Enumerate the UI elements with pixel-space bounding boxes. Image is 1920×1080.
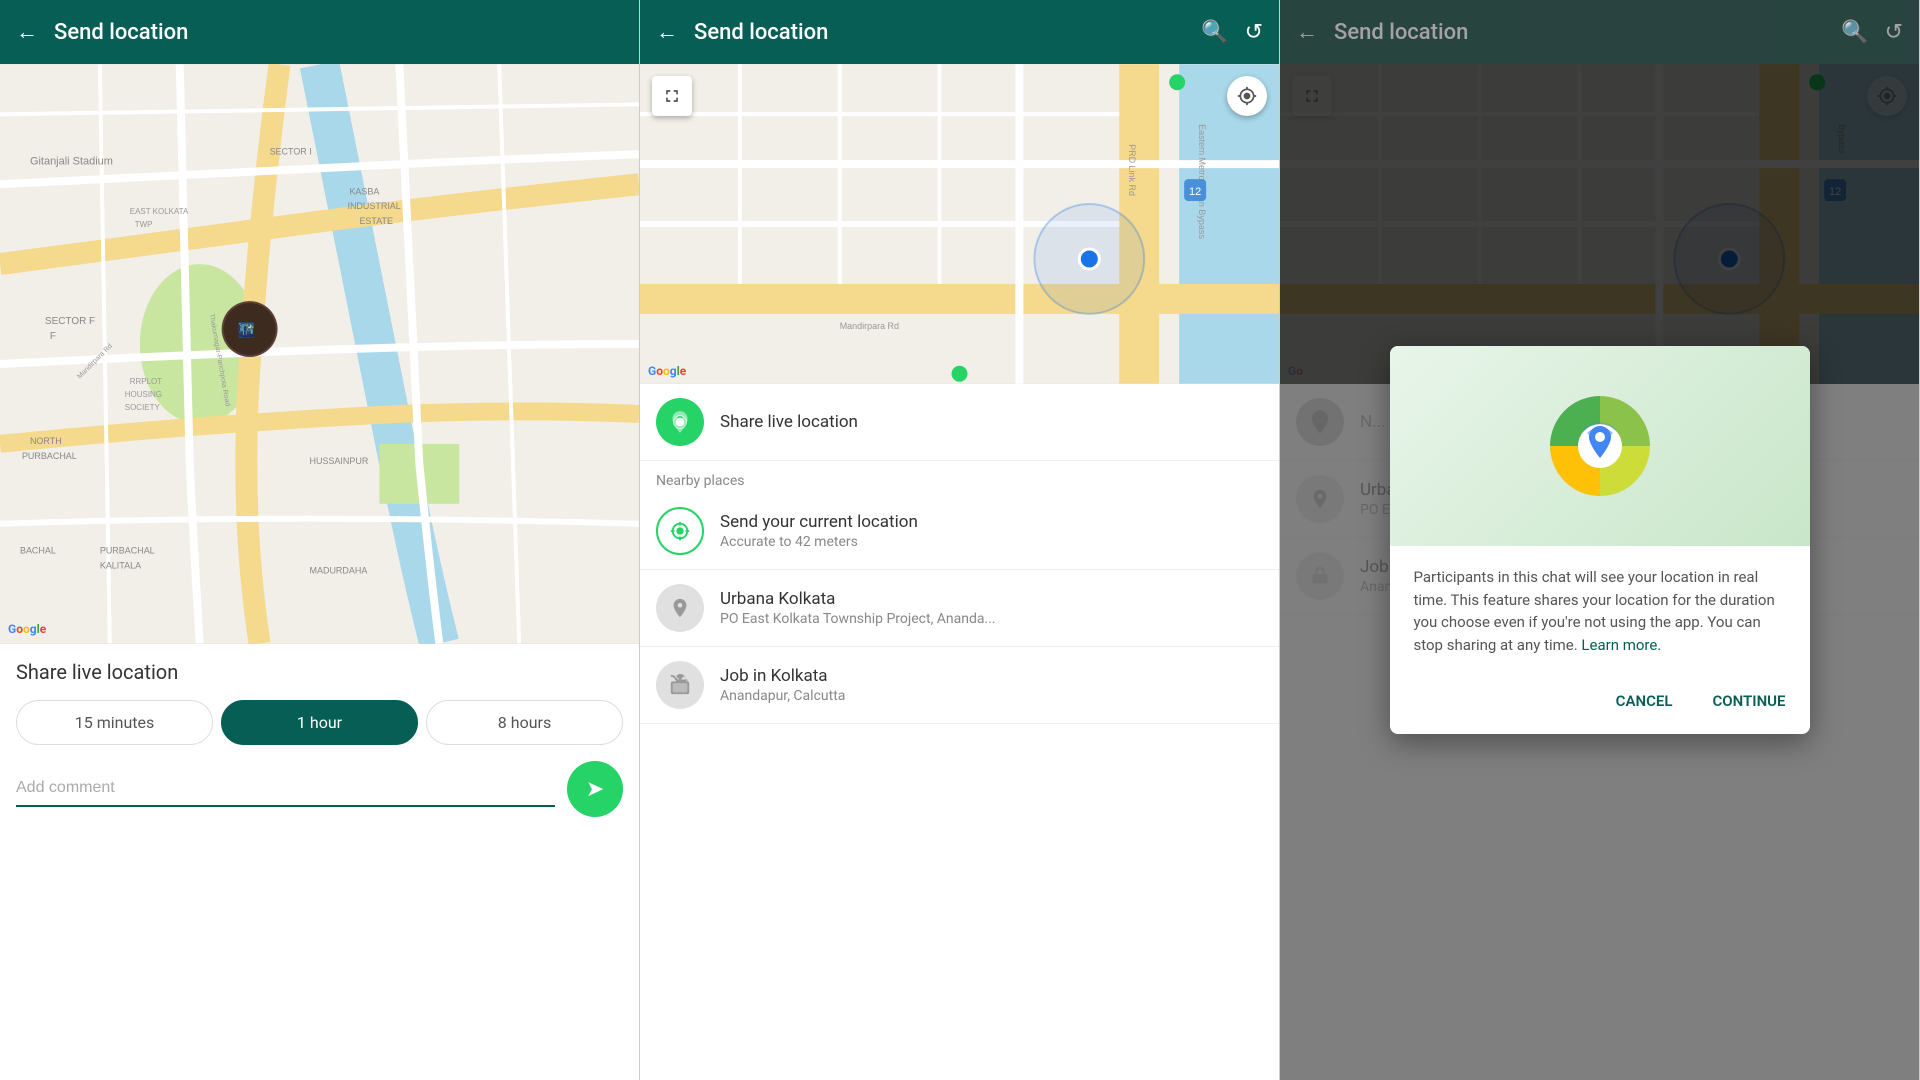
dialog-cancel-button[interactable]: CANCEL [1608,684,1681,718]
svg-text:SECTOR F: SECTOR F [45,316,95,327]
nearby-label: Nearby places [640,461,1279,493]
svg-text:EAST KOLKATA: EAST KOLKATA [130,207,189,216]
svg-text:RRPLOT: RRPLOT [130,377,162,386]
panel2-list: Share live location Nearby places Send y… [640,384,1279,724]
current-location-icon [656,507,704,555]
panel1-map[interactable]: Gitanjali Stadium SECTOR I KASBA INDUSTR… [0,64,639,644]
urbana-subtitle: PO East Kolkata Township Project, Ananda… [720,611,1263,627]
job-kolkata-subtitle: Anandapur, Calcutta [720,688,1263,704]
svg-text:SECTOR I: SECTOR I [270,146,312,156]
urbana-text: Urbana Kolkata PO East Kolkata Township … [720,589,1263,627]
share-live-item[interactable]: Share live location [640,384,1279,461]
dialog-learn-more-link[interactable]: Learn more. [1581,636,1661,654]
comment-row: ➤ [16,761,623,817]
panel2-map[interactable]: PRD Link Rd Eastern Metropolitan Bypass … [640,64,1279,384]
current-location-item[interactable]: Send your current location Accurate to 4… [640,493,1279,570]
svg-text:PURBACHAL: PURBACHAL [100,546,155,556]
share-live-text: Share live location [720,412,1263,432]
panel2-header: ← Send location 🔍 ↺ [640,0,1279,64]
svg-text:PURBACHAL: PURBACHAL [22,451,77,461]
google-logo-p2: Google [648,364,686,378]
panel2-refresh-icon[interactable]: ↺ [1245,20,1263,45]
svg-text:Mandirpara Rd: Mandirpara Rd [840,321,899,331]
share-live-title-p2: Share live location [720,412,1263,432]
urbana-icon [656,584,704,632]
panel3-title: Send location [1334,20,1825,45]
share-live-heading: Share live location [16,660,623,684]
dialog-image [1390,346,1810,546]
svg-text:HOUSING: HOUSING [125,390,162,399]
dialog-actions: CANCEL CONTINUE [1390,676,1810,734]
panel1-back-button[interactable]: ← [16,19,38,45]
panel-3: ← Send location 🔍 ↺ Bypass 12 [1280,0,1920,1080]
svg-text:🌃: 🌃 [238,322,255,339]
live-location-dialog: Participants in this chat will see your … [1390,346,1810,734]
svg-text:Gitanjali Stadium: Gitanjali Stadium [30,155,113,167]
svg-text:HUSSAINPUR: HUSSAINPUR [310,456,369,466]
send-icon: ➤ [586,777,604,802]
duration-1hour[interactable]: 1 hour [221,700,418,745]
panel2-title: Send location [694,20,1185,45]
share-live-icon [656,398,704,446]
svg-text:12: 12 [1189,186,1201,198]
current-location-text: Send your current location Accurate to 4… [720,512,1263,550]
svg-text:KALITALA: KALITALA [100,561,141,571]
svg-text:NORTH: NORTH [30,436,62,446]
panel1-title: Send location [54,20,623,45]
panel3-header: ← Send location 🔍 ↺ [1280,0,1919,64]
duration-row: 15 minutes 1 hour 8 hours [16,700,623,745]
google-logo-p1: Google [8,622,46,636]
current-location-title: Send your current location [720,512,1263,532]
comment-input[interactable] [16,771,555,807]
dialog-continue-button[interactable]: CONTINUE [1704,684,1793,718]
svg-text:KASBA: KASBA [349,186,379,196]
panel2-search-icon[interactable]: 🔍 [1201,20,1228,45]
panel3-search-icon[interactable]: 🔍 [1841,20,1868,45]
panel3-refresh-icon[interactable]: ↺ [1885,20,1903,45]
fullscreen-button[interactable] [652,76,692,116]
svg-text:INDUSTRIAL: INDUSTRIAL [347,201,400,211]
svg-text:MADURDAHA: MADURDAHA [310,566,368,576]
job-kolkata-text: Job in Kolkata Anandapur, Calcutta [720,666,1263,704]
svg-text:BACHAL: BACHAL [20,546,56,556]
svg-text:SOCIETY: SOCIETY [125,403,161,412]
current-location-subtitle: Accurate to 42 meters [720,534,1263,550]
duration-15min[interactable]: 15 minutes [16,700,213,745]
job-icon [656,661,704,709]
dialog-text: Participants in this chat will see your … [1414,566,1786,656]
panel1-header: ← Send location [0,0,639,64]
panel3-back-button[interactable]: ← [1296,19,1318,45]
panel-2: ← Send location 🔍 ↺ PRD Link Rd Eastern … [640,0,1280,1080]
panel2-back-button[interactable]: ← [656,19,678,45]
location-center-button[interactable] [1227,76,1267,116]
svg-text:F: F [50,331,56,342]
panel1-bottom: Share live location 15 minutes 1 hour 8 … [0,644,639,833]
svg-text:TWP: TWP [135,220,153,229]
urbana-kolkata-item[interactable]: Urbana Kolkata PO East Kolkata Township … [640,570,1279,647]
dialog-body: Participants in this chat will see your … [1390,546,1810,676]
duration-8hours[interactable]: 8 hours [426,700,623,745]
urbana-title: Urbana Kolkata [720,589,1263,609]
send-button[interactable]: ➤ [567,761,623,817]
svg-text:PRD Link Rd: PRD Link Rd [1127,144,1137,196]
svg-text:ESTATE: ESTATE [359,216,393,226]
job-kolkata-item[interactable]: Job in Kolkata Anandapur, Calcutta [640,647,1279,724]
job-kolkata-title: Job in Kolkata [720,666,1263,686]
panel-1: ← Send location Gitan [0,0,640,1080]
